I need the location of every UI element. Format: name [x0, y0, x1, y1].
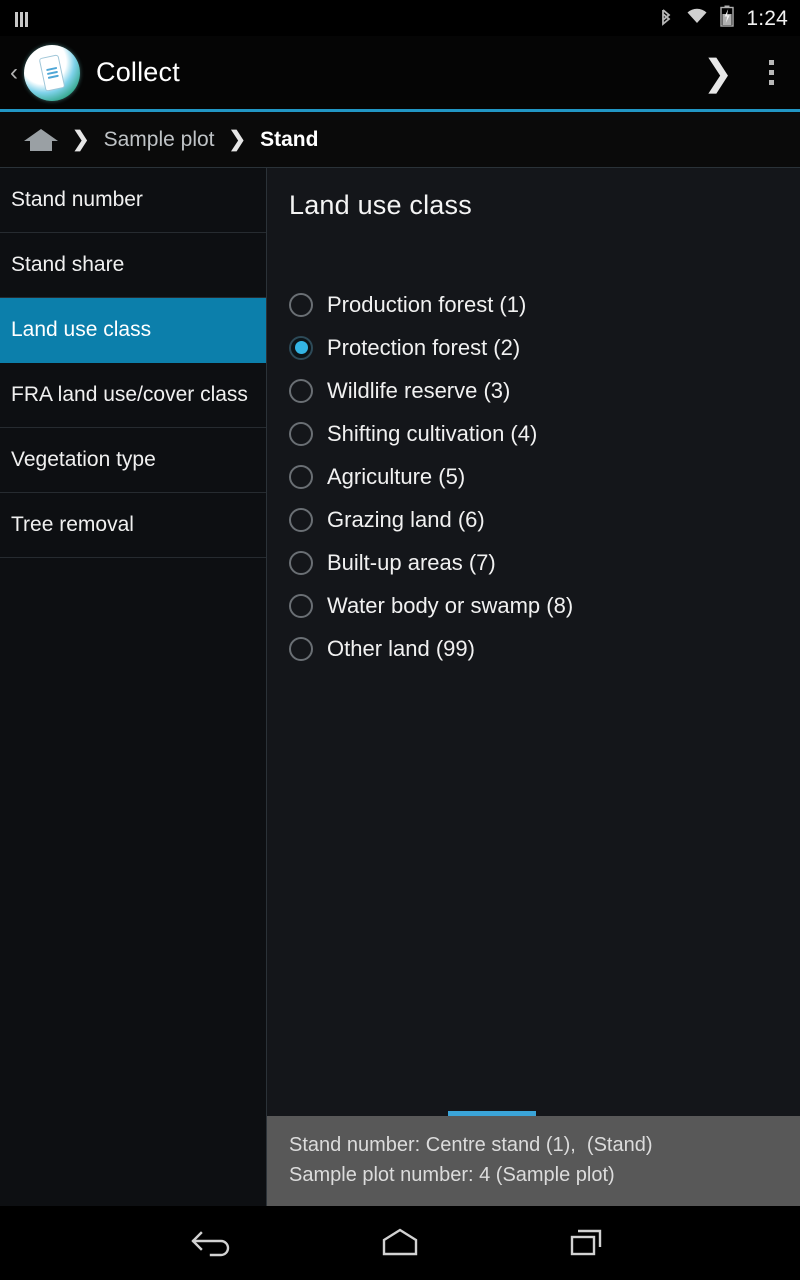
battery-charging-icon	[720, 5, 735, 32]
action-bar: ‹ Collect ❯	[0, 36, 800, 112]
radio-button-icon[interactable]	[289, 378, 313, 403]
radio-option-built-up-areas[interactable]: Built-up areas (7)	[289, 541, 800, 584]
radio-button-icon[interactable]	[289, 421, 313, 446]
overflow-menu-icon[interactable]	[759, 60, 800, 85]
bluetooth-icon	[658, 5, 674, 32]
next-chevron-icon[interactable]: ❯	[677, 54, 759, 91]
radio-option-label: Agriculture (5)	[327, 463, 466, 489]
sidebar-item-label: Land use class	[11, 317, 152, 341]
sidebar-item-tree-removal[interactable]: Tree removal	[0, 493, 266, 558]
land-use-class-radio-group: Production forest (1) Protection forest …	[267, 221, 800, 670]
status-bar-left	[14, 9, 29, 28]
sidebar-item-label: Tree removal	[11, 512, 134, 536]
up-caret-icon[interactable]: ‹	[6, 60, 22, 85]
panel-handle-indicator[interactable]	[448, 1111, 536, 1116]
sidebar-item-stand-share[interactable]: Stand share	[0, 233, 266, 298]
radio-option-water-body-or-swamp[interactable]: Water body or swamp (8)	[289, 584, 800, 627]
radio-option-label: Water body or swamp (8)	[327, 592, 574, 618]
radio-option-label: Wildlife reserve (3)	[327, 377, 511, 403]
radio-option-shifting-cultivation[interactable]: Shifting cultivation (4)	[289, 412, 800, 455]
radio-option-wildlife-reserve[interactable]: Wildlife reserve (3)	[289, 369, 800, 412]
radio-option-grazing-land[interactable]: Grazing land (6)	[289, 498, 800, 541]
radio-button-icon[interactable]	[289, 550, 313, 575]
sidebar-item-stand-number[interactable]: Stand number	[0, 168, 266, 233]
info-line-sample-plot-number: Sample plot number: 4 (Sample plot)	[289, 1164, 615, 1186]
radio-option-other-land[interactable]: Other land (99)	[289, 627, 800, 670]
collect-app-logo	[24, 44, 80, 101]
sidebar-item-label: Vegetation type	[11, 447, 156, 471]
radio-option-label: Other land (99)	[327, 635, 475, 661]
breadcrumb-separator-icon: ❯	[228, 128, 247, 151]
status-bar-right: 1:24	[658, 5, 788, 32]
radio-option-agriculture[interactable]: Agriculture (5)	[289, 455, 800, 498]
radio-option-label: Production forest (1)	[327, 291, 527, 317]
radio-button-selected-icon[interactable]	[289, 335, 313, 360]
breadcrumb-item-stand[interactable]: Stand	[260, 128, 318, 152]
radio-button-icon[interactable]	[289, 593, 313, 618]
radio-button-icon[interactable]	[289, 636, 313, 661]
back-arrow-icon[interactable]	[178, 1218, 248, 1268]
radio-button-icon[interactable]	[289, 507, 313, 532]
sidebar-item-fra-land-use-cover-class[interactable]: FRA land use/cover class	[0, 363, 266, 428]
context-info-panel[interactable]: Stand number: Centre stand (1), (Stand) …	[267, 1111, 800, 1206]
bars-icon	[14, 9, 29, 28]
radio-button-icon[interactable]	[289, 464, 313, 489]
sidebar-item-label: Stand number	[11, 187, 143, 211]
home-outline-icon[interactable]	[365, 1218, 435, 1268]
attribute-sidebar: Stand number Stand share Land use class …	[0, 168, 267, 1206]
breadcrumb-separator-icon: ❯	[72, 128, 90, 151]
sidebar-item-vegetation-type[interactable]: Vegetation type	[0, 428, 266, 493]
system-navigation-bar	[0, 1206, 800, 1280]
wifi-icon	[685, 6, 709, 31]
info-line-stand-number: Stand number: Centre stand (1), (Stand)	[289, 1134, 653, 1156]
content-area: Stand number Stand share Land use class …	[0, 168, 800, 1206]
page-title: Land use class	[289, 190, 472, 220]
radio-option-production-forest[interactable]: Production forest (1)	[289, 283, 800, 326]
sidebar-item-label: FRA land use/cover class	[11, 382, 248, 406]
clock: 1:24	[746, 6, 788, 30]
radio-option-label: Grazing land (6)	[327, 506, 485, 532]
recent-apps-icon[interactable]	[552, 1218, 622, 1268]
radio-option-protection-forest[interactable]: Protection forest (2)	[289, 326, 800, 369]
android-screen: 1:24 ‹ Collect ❯ ❯ Sample plot ❯ Stand S…	[0, 0, 800, 1280]
radio-option-label: Shifting cultivation (4)	[327, 420, 538, 446]
radio-option-label: Built-up areas (7)	[327, 549, 496, 575]
radio-button-icon[interactable]	[289, 292, 313, 317]
sidebar-item-land-use-class[interactable]: Land use class	[0, 298, 266, 363]
breadcrumb: ❯ Sample plot ❯ Stand	[0, 112, 800, 168]
radio-option-label: Protection forest (2)	[327, 334, 521, 360]
breadcrumb-item-sample-plot[interactable]: Sample plot	[104, 128, 215, 152]
sidebar-item-label: Stand share	[11, 252, 125, 276]
home-icon[interactable]	[24, 128, 58, 151]
app-title: Collect	[96, 57, 180, 87]
status-bar: 1:24	[0, 0, 800, 36]
main-panel: Land use class Production forest (1) Pro…	[267, 168, 800, 1206]
